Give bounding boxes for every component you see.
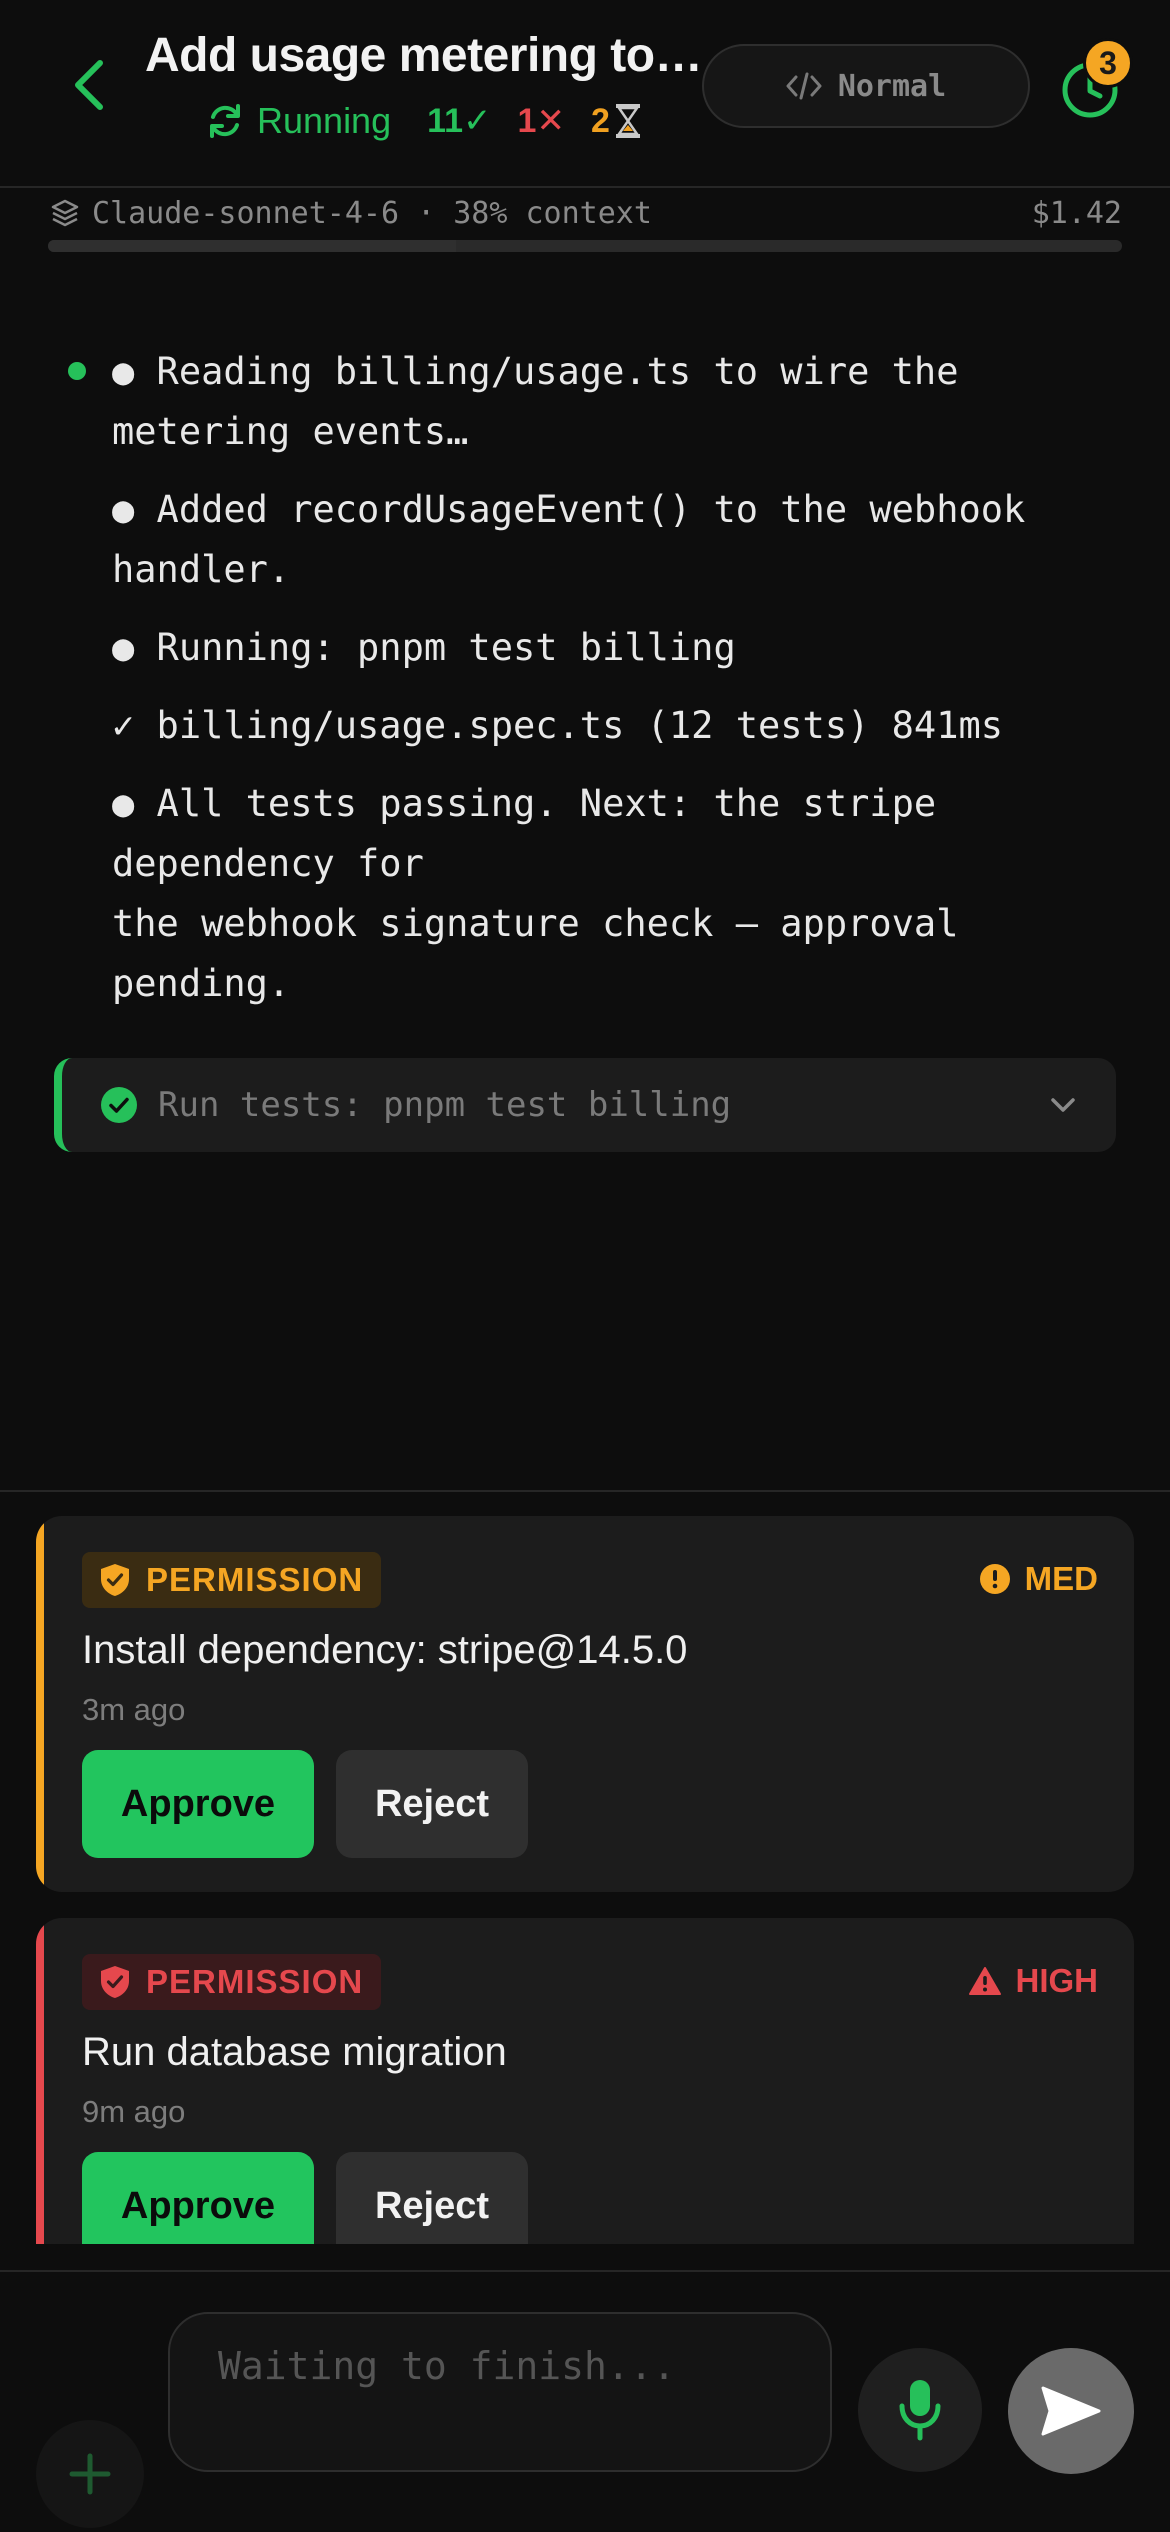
log-line: ● Running: pnpm test billing (112, 626, 736, 669)
failed-count: 1✕ (517, 102, 565, 140)
mode-selector[interactable]: Normal (702, 44, 1030, 128)
session-cost: $1.42 (1031, 195, 1122, 231)
refresh-icon (210, 104, 240, 138)
tool-call-card[interactable]: Run tests: pnpm test billing (54, 1058, 1116, 1152)
log-line: ● Added recordUsageEvent() to the webhoo… (112, 488, 1026, 531)
log-line: handler. (112, 548, 291, 591)
running-status: Running (205, 100, 391, 142)
approve-button[interactable]: Approve (82, 1750, 314, 1858)
running-label: Running (257, 100, 392, 141)
message-input[interactable] (218, 2336, 788, 2396)
voice-input-button[interactable] (858, 2348, 982, 2472)
log-line: ● Reading billing/usage.ts to wire the (112, 350, 959, 393)
mode-label: Normal (837, 68, 947, 104)
history-badge: 3 (1083, 38, 1133, 88)
send-button[interactable] (1008, 2348, 1134, 2474)
hourglass-icon (615, 104, 640, 138)
pending-count: 2 (591, 102, 642, 141)
context-usage-fill (48, 240, 457, 252)
risk-level-label: HIGH (1015, 1962, 1099, 1999)
passed-count: 11✓ (427, 102, 492, 140)
model-info-bar: Claude-sonnet-4-6 · 38% context $1.42 (50, 188, 1122, 238)
reject-button[interactable]: Reject (336, 1750, 528, 1858)
message-input-container (168, 2312, 832, 2472)
composer-bar (0, 2270, 1170, 2532)
tool-call-label: Run tests: pnpm test billing (158, 1085, 732, 1125)
back-button[interactable] (58, 55, 118, 115)
microphone-icon (899, 2380, 941, 2441)
risk-level-label: MED (1024, 1560, 1098, 1597)
shield-check-icon (101, 1966, 129, 1998)
permission-tag: PERMISSION (82, 1954, 382, 2010)
check-circle-icon (101, 1087, 137, 1123)
context-usage-bar (48, 240, 1122, 252)
permission-title: Install dependency: stripe@14.5.0 (82, 1628, 688, 1672)
log-line: ● All tests passing. Next: the stripe (112, 782, 937, 825)
add-attachment-button[interactable] (36, 2420, 144, 2528)
chevron-down-icon (1051, 1098, 1075, 1112)
code-icon (786, 72, 822, 100)
layers-icon (51, 199, 79, 227)
permission-tag-label: PERMISSION (146, 1963, 364, 2000)
header-bar: Add usage metering to the billing webhoo… (0, 0, 1170, 188)
warning-triangle-icon (968, 1967, 1001, 1995)
permission-time: 9m ago (82, 2094, 186, 2129)
risk-stripe (36, 1918, 44, 2244)
permission-tag: PERMISSION (82, 1552, 382, 1608)
chevron-left-icon (75, 60, 103, 110)
send-icon (1041, 2386, 1101, 2436)
log-line: metering events… (112, 410, 469, 453)
permission-card: PERMISSION MED Install dependency: strip… (36, 1516, 1134, 1892)
plus-icon (69, 2453, 111, 2495)
risk-level: MED (979, 1560, 1098, 1598)
pending-count-value: 2 (590, 101, 610, 140)
approve-button[interactable]: Approve (82, 2152, 314, 2244)
live-indicator (68, 362, 86, 380)
permission-tag-label: PERMISSION (146, 1561, 364, 1598)
section-divider (0, 1490, 1170, 1492)
model-label: Claude-sonnet-4-6 · 38% context (92, 195, 652, 231)
alert-circle-icon (979, 1564, 1010, 1594)
log-line: ✓ billing/usage.spec.ts (12 tests) 841ms (112, 704, 1004, 747)
permission-title: Run database migration (82, 2030, 507, 2074)
reject-button[interactable]: Reject (336, 2152, 528, 2244)
risk-level: HIGH (968, 1962, 1099, 2000)
model-info: Claude-sonnet-4-6 · 38% context (50, 196, 652, 231)
shield-check-icon (101, 1564, 129, 1596)
session-title: Add usage metering to the billing webhoo… (145, 29, 705, 82)
permission-time: 3m ago (82, 1692, 186, 1727)
permission-queue: PERMISSION MED Install dependency: strip… (0, 1500, 1170, 2244)
log-line: the webhook signature check — approval (112, 902, 959, 945)
log-line: dependency for (112, 842, 424, 885)
log-line: pending. (112, 962, 291, 1005)
status-row: Running 11✓ 1✕ 2 (205, 96, 642, 146)
risk-stripe (36, 1516, 44, 1892)
permission-card: PERMISSION HIGH Run database migration 9… (36, 1918, 1134, 2244)
